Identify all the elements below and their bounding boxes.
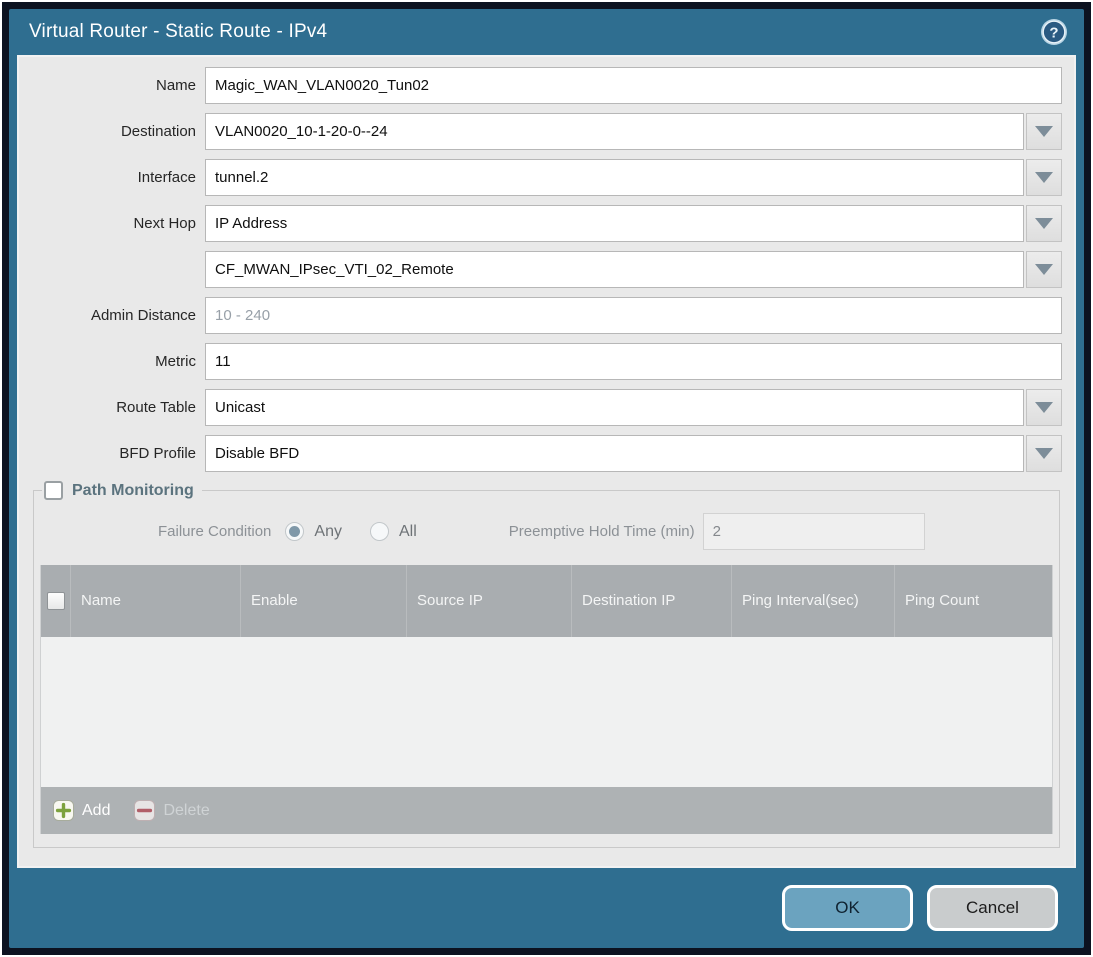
destination-input[interactable] xyxy=(205,113,1024,150)
next-hop-type-dropdown-button[interactable] xyxy=(1026,205,1062,242)
interface-row: Interface xyxy=(31,159,1062,196)
metric-input[interactable] xyxy=(205,343,1062,380)
chevron-down-icon xyxy=(1035,448,1053,459)
route-table-row: Route Table xyxy=(31,389,1062,426)
destination-dropdown-button[interactable] xyxy=(1026,113,1062,150)
next-hop-label: Next Hop xyxy=(31,215,205,232)
svg-text:?: ? xyxy=(1049,25,1058,42)
column-header-destination-ip: Destination IP xyxy=(572,565,732,637)
static-route-dialog: Virtual Router - Static Route - IPv4 ? N… xyxy=(9,9,1084,948)
delete-button[interactable]: Delete xyxy=(134,800,209,821)
admin-distance-row: Admin Distance xyxy=(31,297,1062,334)
bfd-profile-label: BFD Profile xyxy=(31,445,205,462)
bfd-profile-row: BFD Profile xyxy=(31,435,1062,472)
next-hop-address-row xyxy=(31,251,1062,288)
bfd-profile-dropdown-button[interactable] xyxy=(1026,435,1062,472)
minus-icon xyxy=(134,800,155,821)
column-header-ping-count: Ping Count xyxy=(895,565,1052,637)
metric-label: Metric xyxy=(31,353,205,370)
dialog-titlebar: Virtual Router - Static Route - IPv4 ? xyxy=(9,9,1084,55)
path-monitoring-legend: Path Monitoring xyxy=(42,481,202,500)
failure-condition-all-radio[interactable] xyxy=(370,522,389,541)
help-icon[interactable]: ? xyxy=(1040,18,1068,46)
name-row: Name xyxy=(31,67,1062,104)
column-header-ping-interval: Ping Interval(sec) xyxy=(732,565,895,637)
failure-condition-any-radio[interactable] xyxy=(285,522,304,541)
chevron-down-icon xyxy=(1035,264,1053,275)
chevron-down-icon xyxy=(1035,218,1053,229)
preemptive-hold-time-input[interactable] xyxy=(703,513,925,550)
column-header-enable: Enable xyxy=(241,565,407,637)
path-monitoring-section: Path Monitoring Failure Condition Any Al… xyxy=(33,481,1060,848)
path-monitoring-title: Path Monitoring xyxy=(72,482,194,500)
chevron-down-icon xyxy=(1035,402,1053,413)
dialog-body: Name Destination Interface xyxy=(17,55,1076,868)
question-mark-circle-icon: ? xyxy=(1040,18,1068,46)
admin-distance-label: Admin Distance xyxy=(31,307,205,324)
add-button-label: Add xyxy=(82,802,110,820)
chevron-down-icon xyxy=(1035,172,1053,183)
window-frame: Virtual Router - Static Route - IPv4 ? N… xyxy=(2,2,1091,955)
dialog-title: Virtual Router - Static Route - IPv4 xyxy=(29,21,327,43)
next-hop-row: Next Hop xyxy=(31,205,1062,242)
next-hop-address-input[interactable] xyxy=(205,251,1024,288)
select-all-checkbox[interactable] xyxy=(47,592,65,610)
destination-label: Destination xyxy=(31,123,205,140)
plus-icon xyxy=(53,800,74,821)
route-table-label: Route Table xyxy=(31,399,205,416)
failure-condition-label: Failure Condition xyxy=(158,523,271,540)
metric-row: Metric xyxy=(31,343,1062,380)
destination-row: Destination xyxy=(31,113,1062,150)
path-monitoring-table-header: Name Enable Source IP Destination IP Pin… xyxy=(41,565,1052,637)
chevron-down-icon xyxy=(1035,126,1053,137)
next-hop-type-input[interactable] xyxy=(205,205,1024,242)
path-monitoring-table-body[interactable] xyxy=(41,637,1052,787)
path-monitoring-table: Name Enable Source IP Destination IP Pin… xyxy=(40,565,1053,834)
preemptive-hold-time-label: Preemptive Hold Time (min) xyxy=(509,523,695,540)
failure-condition-row: Failure Condition Any All Preemptive Hol… xyxy=(40,513,1053,550)
route-table-dropdown-button[interactable] xyxy=(1026,389,1062,426)
cancel-button[interactable]: Cancel xyxy=(927,885,1058,931)
dialog-footer: OK Cancel xyxy=(9,868,1084,948)
delete-button-label: Delete xyxy=(163,802,209,820)
screenshot-root: Virtual Router - Static Route - IPv4 ? N… xyxy=(0,0,1093,957)
next-hop-address-dropdown-button[interactable] xyxy=(1026,251,1062,288)
route-table-input[interactable] xyxy=(205,389,1024,426)
header-select-all-cell xyxy=(41,565,71,637)
bfd-profile-input[interactable] xyxy=(205,435,1024,472)
column-header-name: Name xyxy=(71,565,241,637)
admin-distance-input[interactable] xyxy=(205,297,1062,334)
ok-button[interactable]: OK xyxy=(782,885,913,931)
name-label: Name xyxy=(31,77,205,94)
add-button[interactable]: Add xyxy=(53,800,110,821)
path-monitoring-table-toolbar: Add Delete xyxy=(41,787,1052,834)
interface-input[interactable] xyxy=(205,159,1024,196)
path-monitoring-checkbox[interactable] xyxy=(44,481,63,500)
interface-label: Interface xyxy=(31,169,205,186)
failure-condition-any-label: Any xyxy=(314,523,342,541)
failure-condition-all-label: All xyxy=(399,523,417,541)
name-input[interactable] xyxy=(205,67,1062,104)
column-header-source-ip: Source IP xyxy=(407,565,572,637)
interface-dropdown-button[interactable] xyxy=(1026,159,1062,196)
